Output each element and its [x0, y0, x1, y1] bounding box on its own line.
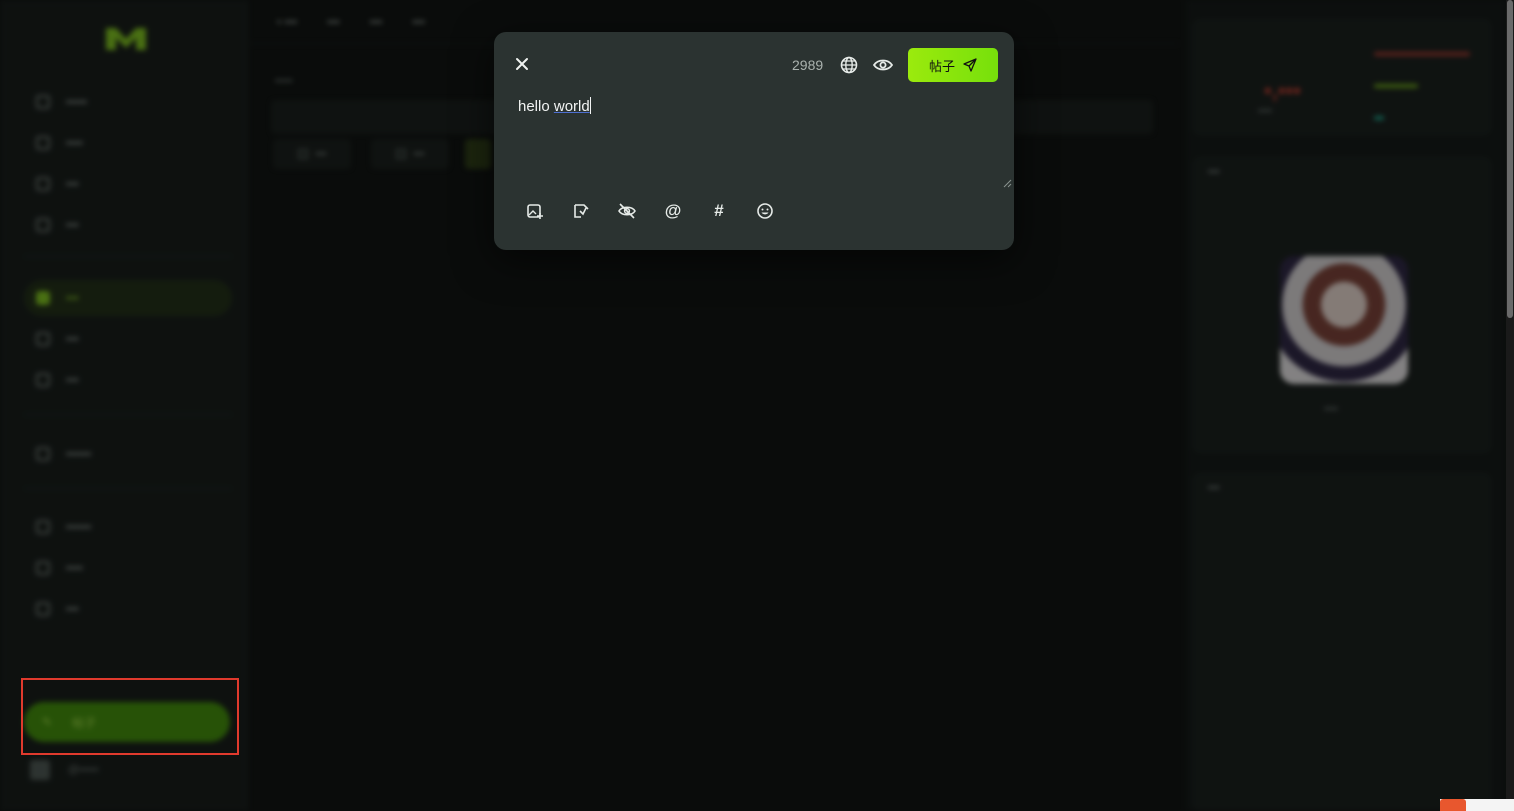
char-counter: 2989 — [792, 57, 824, 73]
right-panel: •,••• •••• ••• •••• ••• — [1186, 0, 1506, 811]
avatar-caption: •••• — [1324, 404, 1339, 415]
eye-off-icon[interactable] — [616, 200, 638, 222]
card-title: ••• — [1208, 166, 1220, 178]
mail-icon — [36, 177, 50, 191]
hashtag-icon[interactable]: # — [708, 200, 730, 222]
compose-toolbar: @ # — [524, 200, 776, 222]
post-text-input[interactable] — [510, 88, 1014, 188]
image-add-icon[interactable] — [524, 200, 546, 222]
bell-icon — [36, 136, 50, 150]
doc-icon — [36, 561, 50, 575]
sidebar-item-1[interactable]: ••••• — [24, 84, 232, 120]
close-icon[interactable] — [512, 54, 532, 74]
globe-icon[interactable] — [839, 55, 859, 75]
tab-3[interactable]: ••• — [370, 15, 383, 29]
section-label: ••••• — [275, 76, 293, 87]
sidebar-item-7[interactable]: ••• — [24, 362, 232, 398]
sidebar-item-9[interactable]: •••••• — [24, 509, 232, 545]
home-icon — [36, 95, 50, 109]
compose-dialog: 2989 帖子 hello world @ # — [494, 32, 1014, 250]
checkbox-icon — [297, 149, 308, 159]
tab-4[interactable]: ••• — [412, 15, 425, 29]
divider — [24, 256, 232, 257]
tab-2[interactable]: ••• — [327, 15, 340, 29]
stat-label: •••• — [1258, 106, 1273, 117]
resize-grip-icon[interactable] — [1002, 178, 1012, 188]
app-root: ••••• •••• ••• ••• ••• ••• ••• •••••• ••… — [0, 0, 1514, 811]
submit-post-button[interactable]: 帖子 — [908, 48, 998, 82]
sidebar-item-6[interactable]: ••• — [24, 321, 232, 357]
corner-badge — [1440, 799, 1514, 811]
divider — [24, 414, 232, 415]
copy-icon — [36, 447, 50, 461]
send-icon — [963, 58, 977, 72]
filter-chip-3[interactable] — [465, 139, 491, 169]
flame-icon — [1440, 799, 1466, 811]
stats-card: •,••• •••• — [1192, 18, 1492, 136]
divider — [24, 488, 232, 489]
sidebar-item-4[interactable]: ••• — [24, 207, 232, 243]
secondary-card: ••• — [1192, 472, 1492, 811]
card-title: ••• — [1208, 482, 1220, 494]
checkbox-icon — [395, 149, 406, 159]
stat-bar-teal — [1374, 116, 1384, 120]
at-icon[interactable]: @ — [662, 200, 684, 222]
sidebar-item-3[interactable]: ••• — [24, 166, 232, 202]
highlight-box — [21, 678, 239, 755]
profile-avatar[interactable] — [1280, 256, 1408, 384]
gear-icon — [36, 602, 50, 616]
stat-value: •,••• — [1264, 78, 1301, 103]
filter-chip-2[interactable]: ••• — [371, 139, 449, 169]
sidebar-item-2[interactable]: •••• — [24, 125, 232, 161]
stat-bar-green — [1374, 84, 1418, 88]
sidebar-item-8[interactable]: •••••• — [24, 436, 232, 472]
account-row[interactable]: @••••• — [30, 760, 98, 780]
sidebar-item-10[interactable]: •••• — [24, 550, 232, 586]
pin-icon — [36, 332, 50, 346]
sidebar-item-active[interactable]: ••• — [24, 280, 232, 316]
emoji-icon[interactable] — [754, 200, 776, 222]
sidebar-item-11[interactable]: ••• — [24, 591, 232, 627]
logo-icon — [106, 28, 146, 50]
timeline-icon — [36, 291, 50, 305]
search-icon — [36, 373, 50, 387]
grid-icon — [36, 520, 50, 534]
avatar — [30, 760, 50, 780]
filter-chip-1[interactable]: ••• — [273, 139, 351, 169]
profile-card: ••• •••• — [1192, 156, 1492, 454]
tab-1[interactable]: • ••• — [277, 15, 297, 29]
stat-bar-red — [1374, 52, 1470, 56]
submit-label: 帖子 — [928, 58, 955, 74]
gif-icon[interactable] — [570, 200, 592, 222]
eye-icon[interactable] — [872, 55, 894, 75]
scrollbar-thumb[interactable] — [1507, 0, 1513, 318]
cloud-icon — [36, 218, 50, 232]
scrollbar[interactable] — [1506, 0, 1514, 811]
